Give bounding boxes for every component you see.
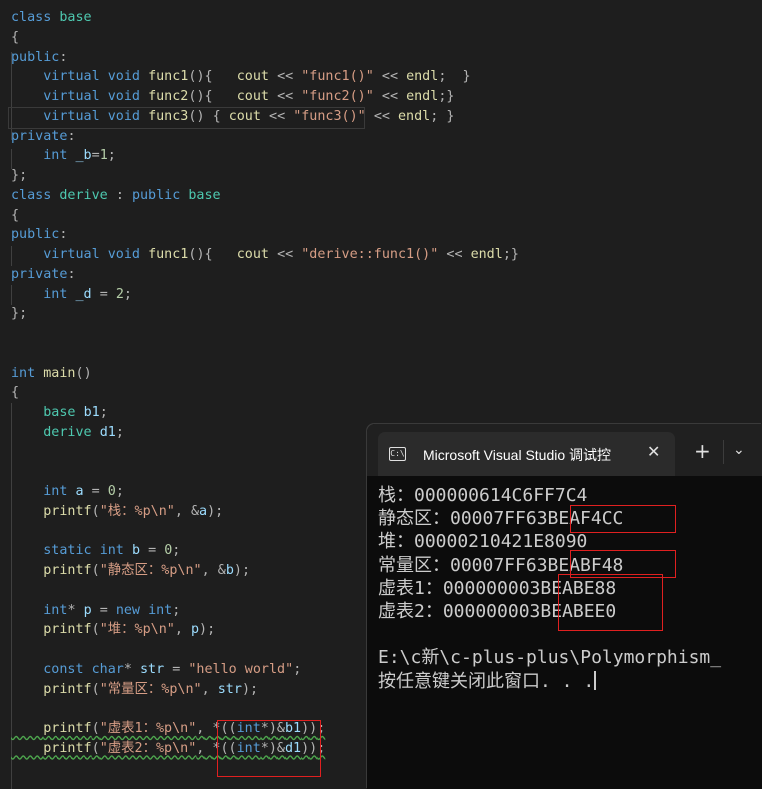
chevron-down-icon[interactable]: ⌄: [733, 442, 745, 458]
console-output-line: 按任意键关闭此窗口. . .: [378, 670, 596, 692]
code-line[interactable]: {: [11, 28, 19, 48]
code-line[interactable]: virtual void func1(){ cout << "derive::f…: [11, 245, 519, 265]
code-line[interactable]: int _d = 2;: [11, 285, 132, 305]
code-line[interactable]: public:: [11, 225, 67, 245]
code-line[interactable]: int _b=1;: [11, 146, 116, 166]
highlight-box-static: [570, 505, 676, 533]
terminal-icon: C:\: [389, 447, 406, 461]
code-line[interactable]: int* p = new int;: [11, 601, 180, 621]
code-line[interactable]: virtual void func2(){ cout << "func2()" …: [11, 87, 454, 107]
tab-title: Microsoft Visual Studio 调试控: [423, 447, 612, 463]
code-line[interactable]: static int b = 0;: [11, 541, 180, 561]
console-window[interactable]: C:\ Microsoft Visual Studio 调试控 ✕ + ⌄ 栈：…: [367, 424, 762, 789]
highlight-box-vtable-expr: [217, 720, 321, 777]
new-tab-icon[interactable]: +: [694, 441, 711, 461]
text-cursor: [594, 670, 596, 690]
code-line[interactable]: {: [11, 206, 19, 226]
code-line[interactable]: };: [11, 166, 27, 186]
console-output-line: 栈：000000614C6FF7C4: [378, 485, 588, 506]
code-line[interactable]: printf("堆：%p\n", p);: [11, 620, 215, 640]
code-line[interactable]: int a = 0;: [11, 482, 124, 502]
code-line[interactable]: printf("常量区：%p\n", str);: [11, 680, 258, 700]
code-line[interactable]: virtual void func3() { cout << "func3()"…: [11, 107, 454, 127]
code-line[interactable]: };: [11, 304, 27, 324]
code-line[interactable]: virtual void func1(){ cout << "func1()" …: [11, 67, 470, 87]
console-output-line: 堆：00000210421E8090: [378, 531, 588, 553]
console-output-line: E:\c新\c-plus-plus\Polymorphism_: [378, 647, 722, 669]
code-line[interactable]: private:: [11, 127, 76, 147]
code-line[interactable]: printf("静态区：%p\n", &b);: [11, 561, 250, 581]
code-line[interactable]: const char* str = "hello world";: [11, 660, 301, 680]
highlight-box-vtables: [558, 574, 663, 631]
code-line[interactable]: class base: [11, 8, 92, 28]
console-tab[interactable]: C:\ Microsoft Visual Studio 调试控 ✕: [378, 432, 675, 476]
code-line[interactable]: int main(): [11, 364, 92, 384]
code-line[interactable]: {: [11, 383, 19, 403]
console-tab-bar: C:\ Microsoft Visual Studio 调试控 ✕ + ⌄: [367, 424, 762, 476]
code-line[interactable]: class derive : public base: [11, 186, 221, 206]
close-icon[interactable]: ✕: [647, 442, 660, 461]
code-line[interactable]: base b1;: [11, 403, 108, 423]
code-line[interactable]: private:: [11, 265, 76, 285]
tab-separator: [723, 440, 724, 464]
code-line[interactable]: public:: [11, 48, 67, 68]
code-line[interactable]: printf("栈：%p\n", &a);: [11, 502, 223, 522]
code-line[interactable]: derive d1;: [11, 423, 124, 443]
